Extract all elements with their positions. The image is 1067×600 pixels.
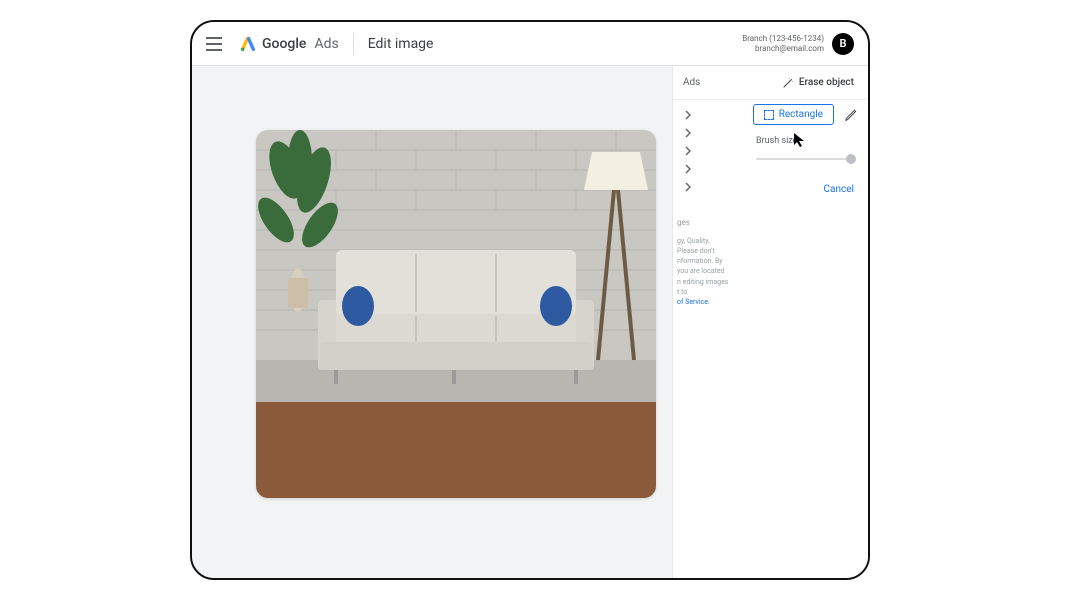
menu-icon[interactable] bbox=[206, 32, 230, 56]
sofa-scene-image bbox=[256, 130, 656, 498]
tool-row: Rectangle bbox=[753, 104, 858, 125]
account-info: Branch (123-456-1234) branch@email.com bbox=[742, 34, 824, 53]
chevron-right-icon bbox=[683, 164, 693, 174]
rectangle-label: Rectangle bbox=[779, 109, 823, 120]
slider-thumb[interactable] bbox=[846, 154, 856, 164]
tab-ads-truncated[interactable]: Ads bbox=[673, 66, 710, 99]
google-ads-logo-icon bbox=[240, 36, 256, 52]
panel-tabs: Ads Erase object bbox=[673, 66, 868, 100]
tab-erase-label: Erase object bbox=[799, 77, 854, 88]
workspace: Ads Erase object bbox=[192, 66, 868, 578]
cancel-button[interactable]: Cancel bbox=[824, 184, 854, 195]
brand-ads-text: Ads bbox=[314, 36, 338, 52]
chevron-right-icon bbox=[683, 128, 693, 138]
account-email: branch@email.com bbox=[742, 44, 824, 54]
app-window: Google Ads Edit image Branch (123-456-12… bbox=[190, 20, 870, 580]
chevron-right-icon bbox=[683, 146, 693, 156]
brand-google-text: Google bbox=[262, 36, 306, 52]
side-panel: Ads Erase object bbox=[672, 66, 868, 578]
image-canvas[interactable] bbox=[256, 130, 656, 498]
magic-wand-icon bbox=[782, 77, 794, 89]
rectangle-icon bbox=[764, 110, 774, 120]
terms-fragment: gy, Quality, Please don't nformation. By… bbox=[677, 236, 749, 307]
account-name: Branch (123-456-1234) bbox=[742, 34, 824, 44]
fragment-text: ges bbox=[677, 218, 690, 227]
tab-erase-object[interactable]: Erase object bbox=[772, 66, 868, 99]
page-title: Edit image bbox=[368, 36, 434, 52]
brand: Google Ads bbox=[240, 36, 339, 52]
pencil-icon[interactable] bbox=[844, 108, 858, 122]
topbar: Google Ads Edit image Branch (123-456-12… bbox=[192, 22, 868, 66]
divider bbox=[353, 33, 354, 55]
avatar[interactable]: B bbox=[832, 33, 854, 55]
tab-ads-label: Ads bbox=[683, 77, 700, 88]
cursor-icon bbox=[792, 132, 808, 148]
brush-size-slider[interactable] bbox=[756, 154, 856, 164]
terms-link[interactable]: of Service. bbox=[677, 298, 710, 306]
rectangle-tool-button[interactable]: Rectangle bbox=[753, 104, 834, 125]
chevron-right-icon bbox=[683, 110, 693, 120]
chevron-right-icon bbox=[683, 182, 693, 192]
